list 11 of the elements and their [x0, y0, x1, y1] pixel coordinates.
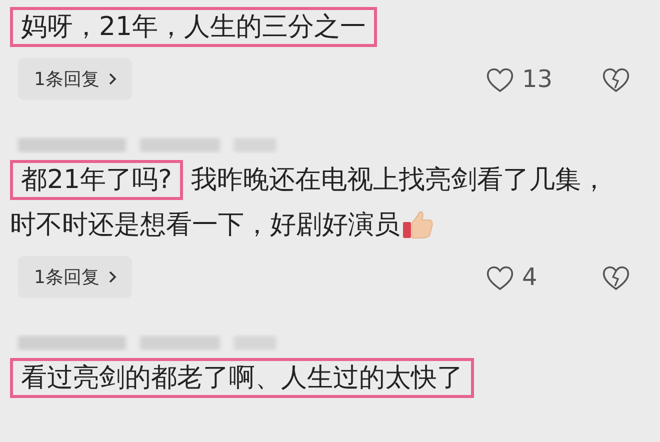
broken-heart-icon[interactable] — [602, 66, 630, 92]
chevron-right-icon — [107, 270, 118, 284]
replies-button[interactable]: 1条回复 — [18, 58, 132, 100]
broken-heart-icon[interactable] — [602, 264, 630, 290]
like-count: 13 — [522, 65, 554, 93]
like-count: 4 — [522, 263, 538, 291]
chevron-right-icon — [107, 72, 118, 86]
comment-text: 都21年了吗? 我昨晚还在电视上找亮剑看了几集，时不时还是想看一下，好剧好演员 — [8, 158, 612, 248]
heart-icon[interactable] — [486, 66, 514, 92]
replies-button[interactable]: 1条回复 — [18, 256, 132, 298]
heart-icon[interactable] — [486, 264, 514, 290]
